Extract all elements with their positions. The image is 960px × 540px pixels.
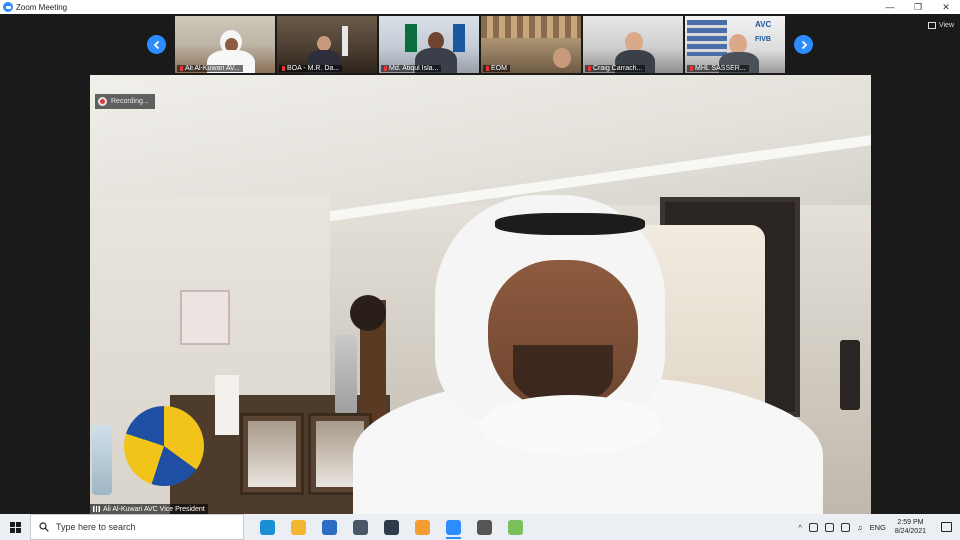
battery-icon[interactable] [824, 522, 834, 532]
close-button[interactable]: ✕ [932, 0, 960, 14]
taskbar-search-box[interactable]: Type here to search [30, 514, 244, 540]
start-button[interactable] [0, 514, 30, 540]
taskbar-app-feather-app[interactable] [500, 514, 531, 540]
signal-icon [93, 506, 100, 512]
recording-label: Recording... [111, 98, 149, 105]
record-icon [98, 97, 107, 106]
tray-overflow-icon[interactable]: ^ [798, 523, 802, 532]
taskbar-app-orange-app[interactable] [407, 514, 438, 540]
taskbar-app-vivaldi[interactable] [345, 514, 376, 540]
restore-button[interactable]: ❐ [904, 0, 932, 14]
feather-app-icon [508, 519, 523, 535]
volume-icon[interactable]: ♫ [857, 523, 863, 532]
taskbar-app-zoom[interactable] [438, 514, 469, 540]
search-placeholder: Type here to search [56, 522, 136, 532]
taskbar: Type here to search ^ ♫ ENG 2:59 PM 8/24… [0, 514, 960, 540]
vivaldi-icon [353, 519, 368, 535]
clock[interactable]: 2:59 PM 8/24/2021 [895, 518, 926, 536]
taskbar-app-vivaldi[interactable] [376, 514, 407, 540]
participant-tile[interactable]: Ali Al-Kuwari AV... [175, 16, 275, 73]
vivaldi-icon [384, 519, 399, 535]
file-explorer-icon [291, 519, 306, 535]
minimize-button[interactable]: — [876, 0, 904, 14]
settings-icon [477, 519, 492, 535]
jersey-frame [180, 290, 230, 345]
participant-name: EOM [483, 65, 510, 72]
system-tray: ^ ♫ ENG 2:59 PM 8/24/2021 [798, 514, 960, 540]
language-indicator[interactable]: ENG [870, 523, 886, 532]
taskbar-app-edge[interactable] [252, 514, 283, 540]
tray-app-icon[interactable] [808, 522, 818, 532]
gallery-view-icon [927, 21, 936, 29]
participant-name: BOA - M.R. Da... [279, 65, 343, 72]
orange-app-icon [415, 519, 430, 535]
participant-tile[interactable]: EOM [481, 16, 581, 73]
search-icon [39, 522, 49, 532]
previous-page-button[interactable] [147, 35, 166, 54]
active-speaker-video [90, 75, 871, 514]
avc-logo: AVC [755, 20, 772, 29]
active-speaker-name: Ali Al-Kuwari AVC Vice President [90, 504, 208, 514]
clock-date: 8/24/2021 [894, 528, 926, 535]
participant-tile[interactable]: AVC FIVB MHL SASSER... [685, 16, 785, 73]
participant-strip: Ali Al-Kuwari AV... BOA - M.R. Da... Md.… [0, 14, 960, 74]
meeting-stage: Ali Al-Kuwari AV... BOA - M.R. Da... Md.… [0, 14, 960, 514]
participant-tile[interactable]: BOA - M.R. Da... [277, 16, 377, 73]
window-titlebar: Zoom Meeting — ❐ ✕ [0, 0, 960, 14]
chevron-right-icon [801, 40, 807, 49]
recording-indicator[interactable]: Recording... [95, 94, 155, 109]
edge-icon [260, 519, 275, 535]
volleyball [124, 406, 204, 486]
participant-tile[interactable]: Md. Atiqul Isla... [379, 16, 479, 73]
mail-icon [322, 519, 337, 535]
windows-logo-icon [9, 521, 21, 533]
notification-center-icon[interactable] [941, 522, 952, 532]
participant-tile[interactable]: Craig Carrach... [583, 16, 683, 73]
fivb-logo: FIVB [755, 36, 771, 43]
taskbar-apps [252, 514, 531, 540]
zoom-icon [446, 519, 461, 535]
taskbar-app-mail[interactable] [314, 514, 345, 540]
chevron-left-icon [153, 40, 159, 49]
taskbar-app-settings[interactable] [469, 514, 500, 540]
next-page-button[interactable] [794, 35, 813, 54]
window-title: Zoom Meeting [16, 2, 68, 12]
active-speaker-label: Ali Al-Kuwari AVC Vice President [103, 505, 205, 513]
network-icon[interactable] [840, 522, 850, 532]
view-label: View [938, 21, 954, 29]
participant-name: Craig Carrach... [585, 65, 646, 72]
view-button[interactable]: View [927, 19, 954, 31]
participant-name: Ali Al-Kuwari AV... [177, 65, 243, 72]
clock-time: 2:59 PM [897, 519, 924, 526]
participant-name: MHL SASSER... [687, 65, 749, 72]
taskbar-app-file-explorer[interactable] [283, 514, 314, 540]
participant-name: Md. Atiqul Isla... [381, 65, 442, 72]
zoom-app-icon [3, 2, 13, 12]
photo-frame [240, 413, 304, 495]
